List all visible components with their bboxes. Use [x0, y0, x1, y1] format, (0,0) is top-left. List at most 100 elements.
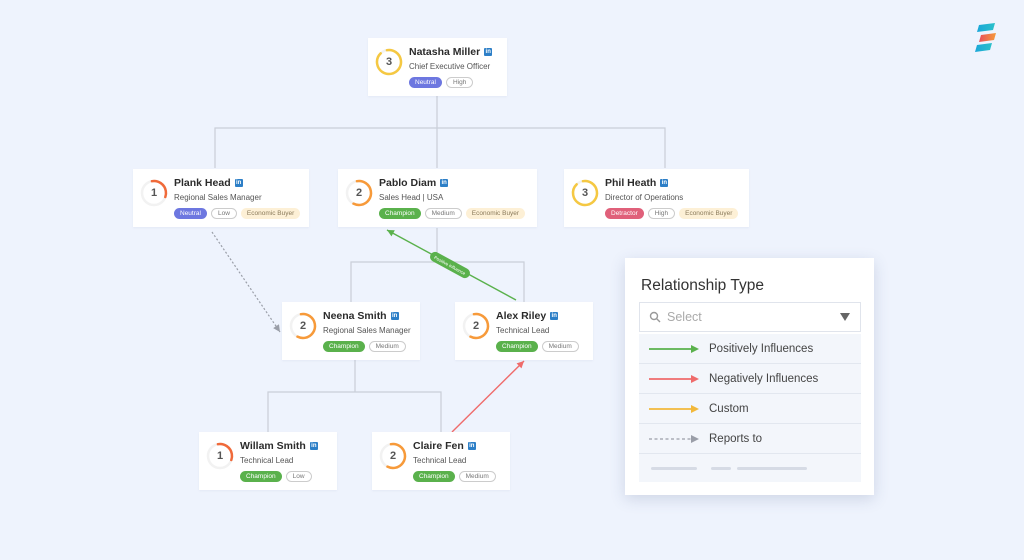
tag-buyer: Economic Buyer [465, 208, 526, 219]
person-name[interactable]: Claire Fen [413, 440, 464, 452]
loading-placeholder-row [639, 454, 861, 482]
tag-list: Champion Medium [496, 341, 579, 352]
relationship-option[interactable]: Negatively Influences [639, 364, 861, 394]
person-card-neena[interactable]: 2 Neena Smith in Regional Sales Manager … [282, 302, 420, 360]
tag-champion: Champion [323, 341, 365, 352]
brand-logo-icon [975, 23, 996, 52]
option-label: Custom [709, 402, 749, 415]
tag-list: Champion Medium [323, 341, 411, 352]
legend-title: Relationship Type [641, 277, 764, 294]
tag-neutral: Neutral [409, 77, 442, 88]
score-value: 3 [385, 56, 393, 68]
placeholder-bar [711, 466, 731, 470]
linkedin-icon[interactable]: in [550, 312, 559, 320]
tag-list: Neutral Low Economic Buyer [174, 208, 301, 219]
relationship-line-negative[interactable] [451, 360, 525, 433]
relationship-type-panel: Relationship Type Select Positively Infl… [625, 258, 874, 495]
option-label: Positively Influences [709, 342, 814, 355]
option-label: Negatively Influences [709, 372, 819, 385]
tag-buyer: Economic Buyer [240, 208, 301, 219]
person-name[interactable]: Neena Smith [323, 310, 387, 322]
person-title: Director of Operations [605, 193, 684, 202]
arrow-icon [649, 344, 699, 353]
tag-list: Champion Medium [413, 471, 496, 482]
arrow-icon [649, 404, 699, 413]
person-name[interactable]: Natasha Miller [409, 46, 480, 58]
linkedin-icon[interactable]: in [234, 179, 243, 187]
linkedin-icon[interactable]: in [467, 442, 476, 450]
tag-list: Champion Low [240, 471, 318, 482]
relationship-options-list: Positively Influences Negatively Influen… [639, 334, 861, 482]
person-name[interactable]: Phil Heath [605, 177, 656, 189]
placeholder-bar [651, 466, 697, 470]
tag-list: Detractor High Economic Buyer [605, 208, 739, 219]
tag-detractor: Detractor [605, 208, 644, 219]
score-value: 3 [581, 187, 589, 199]
linkedin-icon[interactable]: in [309, 442, 318, 450]
engagement-score-ring: 2 [344, 178, 374, 208]
person-title: Chief Executive Officer [409, 62, 491, 71]
person-title: Technical Lead [413, 456, 467, 465]
score-value: 1 [150, 187, 158, 199]
engagement-score-ring: 1 [139, 178, 169, 208]
relationship-label-text: Positive influence [433, 255, 467, 276]
person-name[interactable]: Plank Head [174, 177, 231, 189]
linkedin-icon[interactable]: in [390, 312, 399, 320]
person-name[interactable]: Pablo Diam [379, 177, 436, 189]
tag-champion: Champion [413, 471, 455, 482]
tag-champion: Champion [496, 341, 538, 352]
score-value: 2 [299, 320, 307, 332]
person-card-phil[interactable]: 3 Phil Heath in Director of Operations D… [564, 169, 749, 227]
person-card-natasha[interactable]: 3 Natasha Miller in Chief Executive Offi… [368, 38, 507, 96]
relationship-option[interactable]: Custom [639, 394, 861, 424]
tag-level: Medium [368, 341, 406, 352]
relationship-label[interactable]: Positive influence [428, 250, 471, 280]
option-label: Reports to [709, 432, 763, 445]
linkedin-icon[interactable]: in [660, 179, 669, 187]
person-title: Technical Lead [496, 326, 550, 335]
arrow-icon [649, 374, 699, 383]
score-value: 2 [355, 187, 363, 199]
engagement-score-ring: 3 [374, 47, 404, 77]
person-name[interactable]: Willam Smith [240, 440, 306, 452]
person-card-alex[interactable]: 2 Alex Riley in Technical Lead Champion M… [455, 302, 593, 360]
tag-level: Medium [424, 208, 462, 219]
tag-level: Medium [541, 341, 579, 352]
person-name[interactable]: Alex Riley [496, 310, 546, 322]
person-card-pablo[interactable]: 2 Pablo Diam in Sales Head | USA Champio… [338, 169, 537, 227]
relationship-option[interactable]: Reports to [639, 424, 861, 454]
tag-level: Low [210, 208, 237, 219]
person-title: Regional Sales Manager [323, 326, 411, 335]
person-card-plank[interactable]: 1 Plank Head in Regional Sales Manager N… [133, 169, 309, 227]
hierarchy-line-ceo [214, 96, 666, 168]
engagement-score-ring: 2 [378, 441, 408, 471]
dashed-arrow-icon [649, 434, 699, 443]
tag-buyer: Economic Buyer [679, 208, 739, 219]
select-placeholder: Select [667, 310, 702, 324]
tag-champion: Champion [240, 471, 282, 482]
placeholder-bar [737, 466, 807, 470]
person-card-willam[interactable]: 1 Willam Smith in Technical Lead Champio… [199, 432, 337, 490]
arrowhead-icon [273, 324, 280, 332]
person-title: Sales Head | USA [379, 193, 444, 202]
person-title: Regional Sales Manager [174, 193, 262, 202]
tag-list: Champion Medium Economic Buyer [379, 208, 526, 219]
score-value: 2 [472, 320, 480, 332]
tag-level: High [647, 208, 676, 219]
tag-level: High [445, 77, 474, 88]
search-icon [649, 311, 661, 323]
person-card-claire[interactable]: 2 Claire Fen in Technical Lead Champion M… [372, 432, 510, 490]
tag-champion: Champion [379, 208, 421, 219]
relationship-option[interactable]: Positively Influences [639, 334, 861, 364]
linkedin-icon[interactable]: in [440, 179, 449, 187]
engagement-score-ring: 1 [205, 441, 235, 471]
linkedin-icon[interactable]: in [484, 48, 493, 56]
dropdown-caret-icon[interactable] [840, 313, 850, 321]
tag-neutral: Neutral [174, 208, 207, 219]
score-value: 1 [216, 450, 224, 462]
tag-list: Neutral High [409, 77, 492, 88]
relationship-line-reports[interactable] [211, 231, 281, 333]
engagement-score-ring: 2 [288, 311, 318, 341]
person-title: Technical Lead [240, 456, 294, 465]
relationship-type-select[interactable]: Select [639, 302, 861, 332]
